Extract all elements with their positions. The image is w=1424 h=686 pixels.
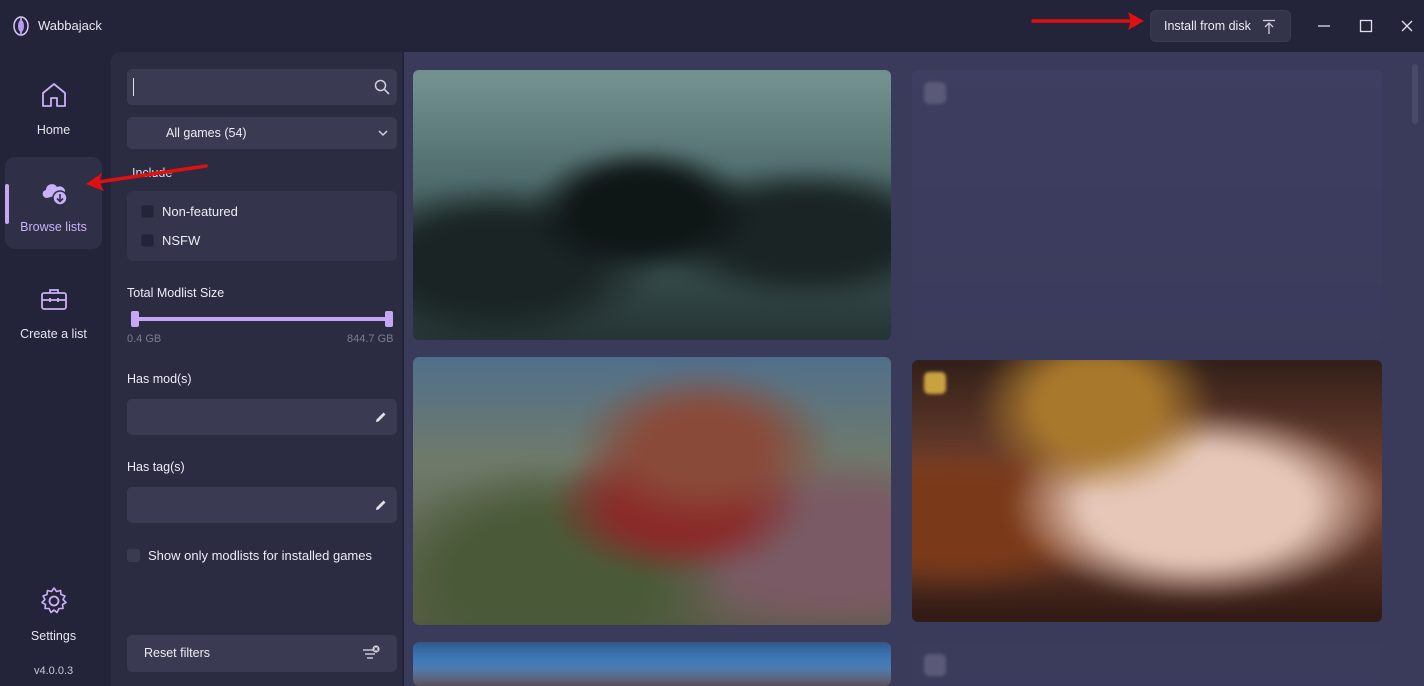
total-size-label: Total Modlist Size xyxy=(127,286,225,300)
size-min-value: 0.4 GB xyxy=(127,333,162,345)
modlist-image xyxy=(912,642,1382,686)
upload-icon xyxy=(1263,19,1275,34)
modlist-image xyxy=(912,70,1382,342)
install-from-disk-button[interactable]: Install from disk xyxy=(1150,10,1291,42)
game-filter-select[interactable]: All games (54) xyxy=(127,117,397,149)
maximize-icon[interactable] xyxy=(1354,14,1378,38)
toolbox-icon xyxy=(40,289,67,310)
nav-label-browse-lists: Browse lists xyxy=(20,220,87,234)
modlist-card[interactable] xyxy=(912,70,1382,342)
chevron-down-icon xyxy=(378,130,388,137)
non-featured-checkbox[interactable]: Non-featured xyxy=(141,204,238,219)
game-badge-icon xyxy=(924,82,946,104)
has-tags-label: Has tag(s) xyxy=(127,460,185,474)
reset-filters-label: Reset filters xyxy=(144,646,210,660)
text-caret xyxy=(133,78,134,96)
nsfw-checkbox[interactable]: NSFW xyxy=(141,233,200,248)
filter-clear-icon xyxy=(363,645,380,659)
game-badge-icon xyxy=(924,372,946,394)
non-featured-label: Non-featured xyxy=(162,204,238,219)
modlist-image xyxy=(413,70,891,340)
app-title: Wabbajack xyxy=(38,18,102,33)
cloud-download-icon xyxy=(42,184,68,206)
pencil-icon[interactable] xyxy=(374,498,388,512)
nav-label-settings: Settings xyxy=(30,629,77,643)
nav-label-home: Home xyxy=(36,123,71,137)
installed-games-only-label: Show only modlists for installed games xyxy=(148,548,372,563)
has-mods-label: Has mod(s) xyxy=(127,372,192,386)
wabbajack-logo-icon xyxy=(13,16,29,36)
gallery-scrollbar[interactable] xyxy=(1412,64,1418,124)
nav-item-home[interactable]: Home xyxy=(5,60,102,152)
gear-icon xyxy=(40,587,67,614)
nsfw-label: NSFW xyxy=(162,233,201,248)
reset-filters-button[interactable]: Reset filters xyxy=(127,635,397,672)
nav-item-browse-lists[interactable]: Browse lists xyxy=(5,157,102,249)
modlist-card[interactable] xyxy=(413,642,891,686)
home-icon xyxy=(41,83,66,107)
title-bar: Wabbajack Install from disk xyxy=(0,0,1424,52)
search-input[interactable] xyxy=(127,69,397,105)
size-max-value: 844.7 GB xyxy=(347,333,394,345)
install-from-disk-label: Install from disk xyxy=(1164,19,1251,33)
installed-games-only-checkbox[interactable]: Show only modlists for installed games xyxy=(127,548,372,563)
game-badge-icon xyxy=(924,654,946,676)
version-label: v4.0.0.3 xyxy=(34,665,74,677)
modlist-image xyxy=(912,360,1382,622)
size-max-handle[interactable] xyxy=(385,311,393,327)
modlist-card[interactable] xyxy=(413,357,891,625)
close-icon[interactable] xyxy=(1395,14,1419,38)
modlist-card[interactable] xyxy=(912,360,1382,622)
modlist-card[interactable] xyxy=(413,70,891,340)
checkbox-box[interactable] xyxy=(127,549,140,562)
modlist-image xyxy=(413,357,891,625)
size-range-track[interactable] xyxy=(134,317,390,321)
game-filter-value: All games (54) xyxy=(166,126,247,140)
checkbox-box[interactable] xyxy=(141,205,154,218)
pencil-icon[interactable] xyxy=(374,410,388,424)
has-mods-field[interactable] xyxy=(127,399,397,435)
search-icon[interactable] xyxy=(374,79,390,95)
include-options-box xyxy=(127,191,397,261)
nav-label-create-list: Create a list xyxy=(20,327,87,341)
modlist-card[interactable] xyxy=(912,642,1382,686)
minimize-icon[interactable] xyxy=(1312,14,1336,38)
nav-item-settings[interactable]: Settings xyxy=(5,566,102,658)
nav-item-create-list[interactable]: Create a list xyxy=(5,264,102,356)
size-min-handle[interactable] xyxy=(131,311,139,327)
modlist-image xyxy=(413,642,891,686)
active-nav-indicator xyxy=(5,184,9,224)
has-tags-field[interactable] xyxy=(127,487,397,523)
checkbox-box[interactable] xyxy=(141,234,154,247)
include-label: Include xyxy=(132,166,173,180)
